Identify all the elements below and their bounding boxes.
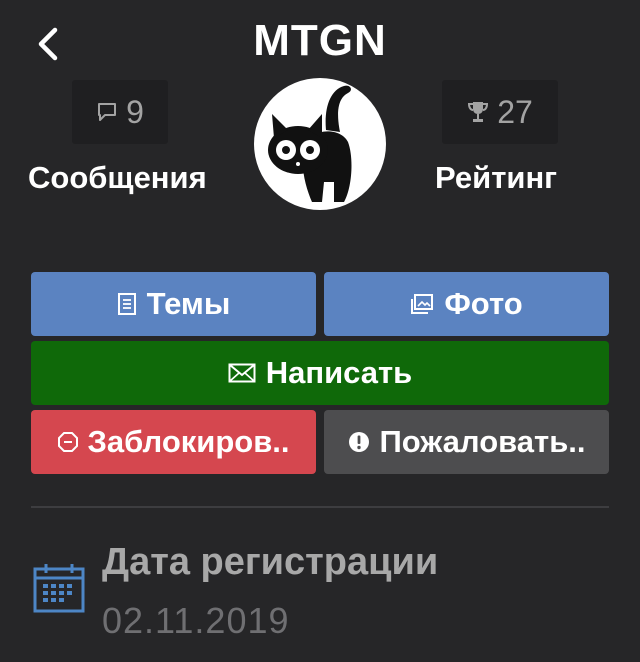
messages-count: 9 [126, 93, 144, 130]
report-button-label: Пожаловать.. [379, 424, 586, 459]
avatar[interactable] [254, 78, 386, 210]
black-cat-avatar-icon [268, 85, 352, 202]
rating-count: 27 [497, 93, 533, 130]
profile-screen: MTGN 9 Сообщения 27 Рейтинг Темы Фото На… [0, 0, 640, 662]
exclamation-circle-icon [348, 431, 370, 453]
messages-count-box[interactable]: 9 [72, 80, 168, 144]
trophy-icon [467, 100, 489, 124]
block-button[interactable]: Заблокиров.. [31, 410, 316, 474]
calendar-icon [32, 563, 86, 618]
rating-count-box[interactable]: 27 [442, 80, 558, 144]
envelope-icon [228, 363, 256, 383]
topics-button-label: Темы [146, 286, 231, 321]
photo-button[interactable]: Фото [324, 272, 609, 336]
stop-octagon-icon [57, 432, 78, 452]
page-title: MTGN [253, 16, 387, 65]
report-button[interactable]: Пожаловать.. [324, 410, 609, 474]
write-button-label: Написать [265, 355, 413, 390]
topics-button[interactable]: Темы [31, 272, 316, 336]
photos-icon [410, 293, 434, 315]
rating-label: Рейтинг [435, 160, 558, 195]
document-icon [117, 292, 137, 316]
registration-date-value: 02.11.2019 [102, 600, 290, 641]
registration-date-label: Дата регистрации [102, 541, 439, 583]
messages-label: Сообщения [28, 160, 207, 195]
speech-bubble-icon [96, 101, 118, 123]
photo-button-label: Фото [444, 286, 523, 321]
block-button-label: Заблокиров.. [87, 424, 290, 459]
write-message-button[interactable]: Написать [31, 341, 609, 405]
divider [31, 506, 609, 508]
